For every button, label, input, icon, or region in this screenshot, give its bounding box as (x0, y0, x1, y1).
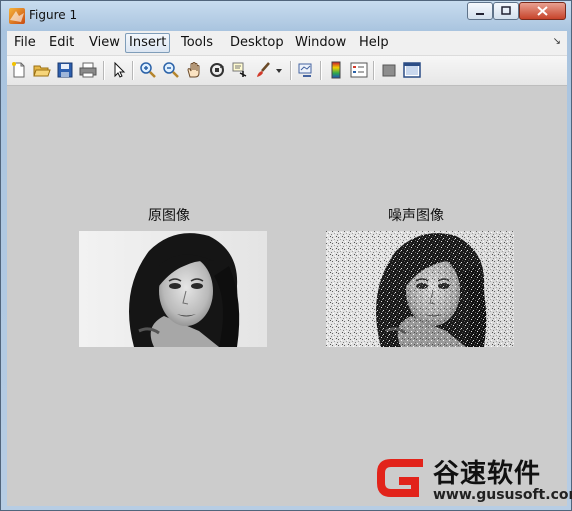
toolbar-separator (320, 61, 322, 80)
ghost-tab (136, 7, 216, 21)
print-icon[interactable] (79, 61, 97, 79)
menu-insert[interactable]: Insert (125, 33, 171, 53)
pointer-icon[interactable] (110, 61, 128, 79)
save-icon[interactable] (56, 61, 74, 79)
watermark-url: www.gususoft.com (433, 487, 572, 503)
legend-icon[interactable] (350, 61, 368, 79)
brush-dropdown-icon[interactable] (274, 61, 284, 79)
menu-file[interactable]: File (11, 34, 39, 52)
toolbar-separator (132, 61, 134, 80)
window-title: Figure 1 (29, 8, 78, 22)
figure-toolbar (7, 56, 567, 86)
menu-view[interactable]: View (86, 34, 123, 52)
title-bar[interactable]: Figure 1 (1, 1, 571, 31)
undock-arrow-icon[interactable]: ↘ (553, 36, 561, 47)
link-plot-icon[interactable] (297, 61, 315, 79)
figure-window: Figure 1 File Edit View Insert Tools Des… (0, 0, 572, 511)
menu-tools[interactable]: Tools (178, 34, 216, 52)
figure-canvas: 原图像 噪声图像 (7, 86, 567, 506)
axes-1-title: 原图像 (148, 208, 190, 224)
pan-hand-icon[interactable] (185, 61, 203, 79)
zoom-out-icon[interactable] (162, 61, 180, 79)
matlab-logo-icon (9, 8, 25, 24)
menu-edit[interactable]: Edit (46, 34, 77, 52)
menu-desktop[interactable]: Desktop (227, 34, 287, 52)
menu-help[interactable]: Help (356, 34, 392, 52)
toolbar-separator (103, 61, 105, 80)
minimize-icon (476, 13, 484, 15)
watermark: 谷速软件 www.gususoft.com (369, 449, 572, 509)
maximize-button[interactable] (493, 2, 519, 20)
close-icon (537, 6, 548, 16)
original-image[interactable] (79, 231, 267, 347)
brush-icon[interactable] (254, 61, 272, 79)
data-cursor-icon[interactable] (231, 61, 249, 79)
toolbar-separator (290, 61, 292, 80)
new-figure-icon[interactable] (10, 61, 28, 79)
hide-plot-tools-icon[interactable] (380, 61, 398, 79)
toolbar-separator (373, 61, 375, 80)
watermark-chinese-text: 谷速软件 (433, 459, 542, 489)
colorbar-icon[interactable] (327, 61, 345, 79)
axes-2-title: 噪声图像 (388, 208, 444, 224)
show-plot-tools-icon[interactable] (403, 61, 421, 79)
close-button[interactable] (519, 2, 566, 20)
gususoft-logo-icon (373, 451, 429, 505)
menu-bar: File Edit View Insert Tools Desktop Wind… (7, 31, 567, 56)
menu-window[interactable]: Window (292, 34, 349, 52)
minimize-button[interactable] (467, 2, 493, 20)
rotate-3d-icon[interactable] (208, 61, 226, 79)
noisy-image[interactable] (326, 231, 514, 347)
zoom-in-icon[interactable] (139, 61, 157, 79)
open-file-icon[interactable] (33, 61, 51, 79)
maximize-icon (501, 6, 511, 15)
